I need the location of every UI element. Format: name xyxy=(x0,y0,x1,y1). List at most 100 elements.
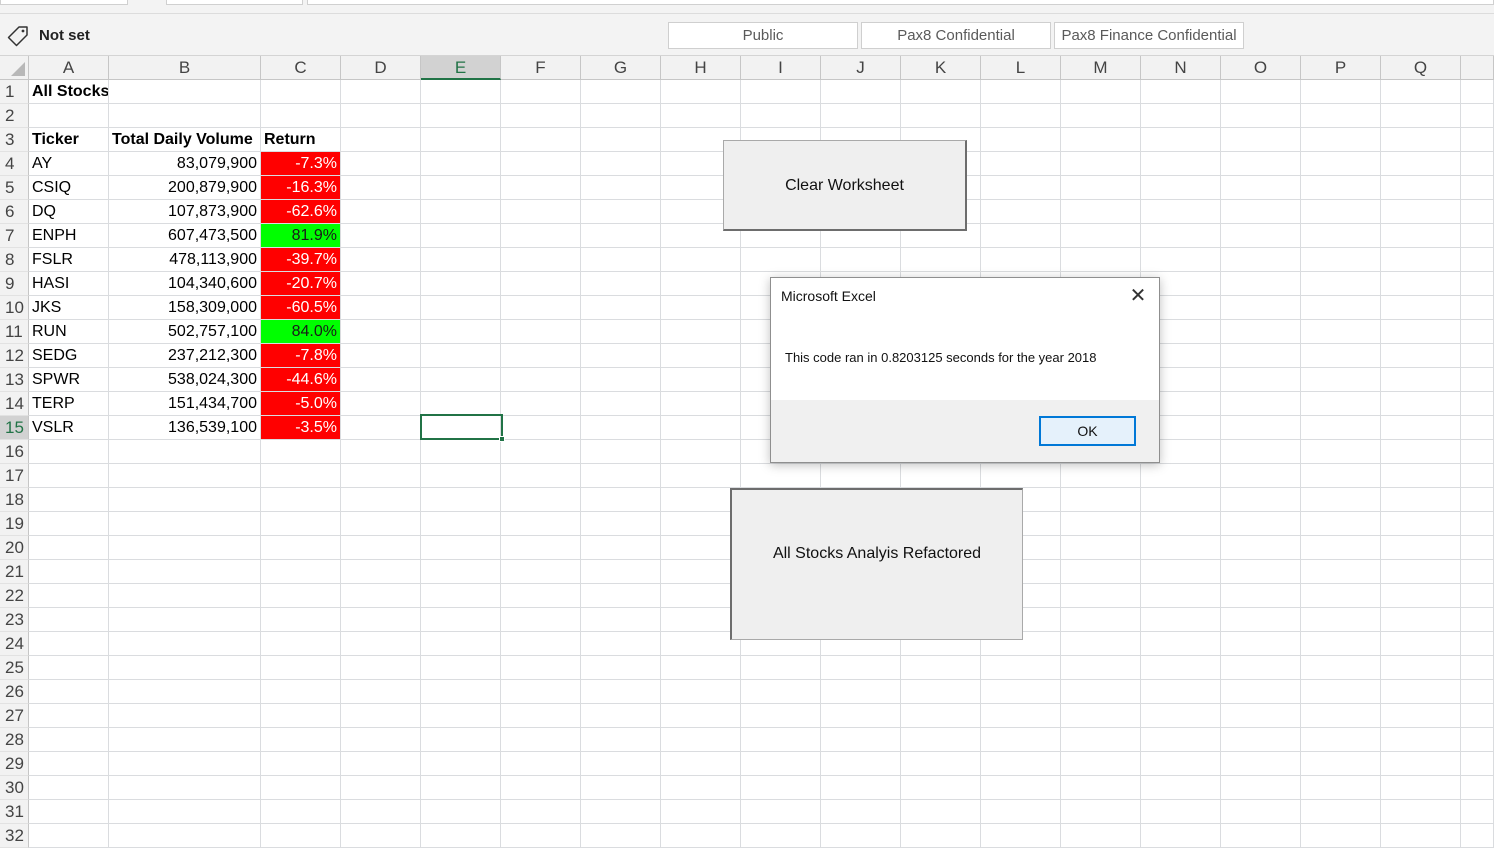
cell-h1[interactable] xyxy=(661,80,741,104)
cell-p8[interactable] xyxy=(1301,248,1381,272)
cell-overflow1[interactable] xyxy=(1461,80,1494,104)
cell-f15[interactable] xyxy=(501,416,581,440)
cell-p5[interactable] xyxy=(1301,176,1381,200)
cell-overflow11[interactable] xyxy=(1461,320,1494,344)
cell-c25[interactable] xyxy=(261,656,341,680)
cell-o9[interactable] xyxy=(1221,272,1301,296)
cell-q14[interactable] xyxy=(1381,392,1461,416)
cell-o3[interactable] xyxy=(1221,128,1301,152)
cell-c20[interactable] xyxy=(261,536,341,560)
cell-overflow15[interactable] xyxy=(1461,416,1494,440)
cell-g16[interactable] xyxy=(581,440,661,464)
cell-g24[interactable] xyxy=(581,632,661,656)
cell-c22[interactable] xyxy=(261,584,341,608)
cell-c11[interactable]: 84.0% xyxy=(261,320,341,344)
cell-p9[interactable] xyxy=(1301,272,1381,296)
cell-c26[interactable] xyxy=(261,680,341,704)
cell-j26[interactable] xyxy=(821,680,901,704)
cell-p14[interactable] xyxy=(1301,392,1381,416)
cell-h23[interactable] xyxy=(661,608,741,632)
cell-o20[interactable] xyxy=(1221,536,1301,560)
cell-a19[interactable] xyxy=(29,512,109,536)
cell-n19[interactable] xyxy=(1141,512,1221,536)
cell-p7[interactable] xyxy=(1301,224,1381,248)
cell-b1[interactable] xyxy=(109,80,261,104)
cell-overflow25[interactable] xyxy=(1461,656,1494,680)
cell-a11[interactable]: RUN xyxy=(29,320,109,344)
cell-b30[interactable] xyxy=(109,776,261,800)
cell-n27[interactable] xyxy=(1141,704,1221,728)
row-header-9[interactable]: 9 xyxy=(0,272,29,296)
row-header-25[interactable]: 25 xyxy=(0,656,29,680)
cell-n20[interactable] xyxy=(1141,536,1221,560)
cell-n21[interactable] xyxy=(1141,560,1221,584)
cell-o8[interactable] xyxy=(1221,248,1301,272)
column-header-n[interactable]: N xyxy=(1141,56,1221,80)
row-header-23[interactable]: 23 xyxy=(0,608,29,632)
cell-overflow23[interactable] xyxy=(1461,608,1494,632)
cell-a6[interactable]: DQ xyxy=(29,200,109,224)
cell-b7[interactable]: 607,473,500 xyxy=(109,224,261,248)
cell-k1[interactable] xyxy=(901,80,981,104)
cell-c18[interactable] xyxy=(261,488,341,512)
cell-f6[interactable] xyxy=(501,200,581,224)
cell-o12[interactable] xyxy=(1221,344,1301,368)
column-header-d[interactable]: D xyxy=(341,56,421,80)
cell-l30[interactable] xyxy=(981,776,1061,800)
cell-overflow26[interactable] xyxy=(1461,680,1494,704)
cell-d27[interactable] xyxy=(341,704,421,728)
cell-f8[interactable] xyxy=(501,248,581,272)
cell-e16[interactable] xyxy=(421,440,501,464)
cell-l2[interactable] xyxy=(981,104,1061,128)
cell-p21[interactable] xyxy=(1301,560,1381,584)
cell-o16[interactable] xyxy=(1221,440,1301,464)
cell-l27[interactable] xyxy=(981,704,1061,728)
cell-h12[interactable] xyxy=(661,344,741,368)
cell-g23[interactable] xyxy=(581,608,661,632)
cell-n3[interactable] xyxy=(1141,128,1221,152)
cell-q8[interactable] xyxy=(1381,248,1461,272)
cell-q30[interactable] xyxy=(1381,776,1461,800)
row-header-30[interactable]: 30 xyxy=(0,776,29,800)
cell-e19[interactable] xyxy=(421,512,501,536)
cell-m25[interactable] xyxy=(1061,656,1141,680)
cell-n25[interactable] xyxy=(1141,656,1221,680)
row-header-6[interactable]: 6 xyxy=(0,200,29,224)
cell-b16[interactable] xyxy=(109,440,261,464)
cell-m28[interactable] xyxy=(1061,728,1141,752)
cell-h11[interactable] xyxy=(661,320,741,344)
cell-q15[interactable] xyxy=(1381,416,1461,440)
cell-m8[interactable] xyxy=(1061,248,1141,272)
cell-h16[interactable] xyxy=(661,440,741,464)
cell-i27[interactable] xyxy=(741,704,821,728)
row-header-26[interactable]: 26 xyxy=(0,680,29,704)
cell-overflow8[interactable] xyxy=(1461,248,1494,272)
cell-l31[interactable] xyxy=(981,800,1061,824)
cell-n17[interactable] xyxy=(1141,464,1221,488)
cell-c1[interactable] xyxy=(261,80,341,104)
cell-h20[interactable] xyxy=(661,536,741,560)
cell-f25[interactable] xyxy=(501,656,581,680)
cell-h9[interactable] xyxy=(661,272,741,296)
cell-p26[interactable] xyxy=(1301,680,1381,704)
cell-h21[interactable] xyxy=(661,560,741,584)
cell-m24[interactable] xyxy=(1061,632,1141,656)
ok-button[interactable]: OK xyxy=(1039,416,1136,446)
cell-d3[interactable] xyxy=(341,128,421,152)
cell-f21[interactable] xyxy=(501,560,581,584)
cell-a20[interactable] xyxy=(29,536,109,560)
cell-o29[interactable] xyxy=(1221,752,1301,776)
cell-e29[interactable] xyxy=(421,752,501,776)
cell-d26[interactable] xyxy=(341,680,421,704)
cell-d28[interactable] xyxy=(341,728,421,752)
cell-q12[interactable] xyxy=(1381,344,1461,368)
cell-o27[interactable] xyxy=(1221,704,1301,728)
cell-o6[interactable] xyxy=(1221,200,1301,224)
cell-e22[interactable] xyxy=(421,584,501,608)
column-header-l[interactable]: L xyxy=(981,56,1061,80)
cell-overflow28[interactable] xyxy=(1461,728,1494,752)
row-header-18[interactable]: 18 xyxy=(0,488,29,512)
cell-q6[interactable] xyxy=(1381,200,1461,224)
row-header-10[interactable]: 10 xyxy=(0,296,29,320)
cell-f2[interactable] xyxy=(501,104,581,128)
